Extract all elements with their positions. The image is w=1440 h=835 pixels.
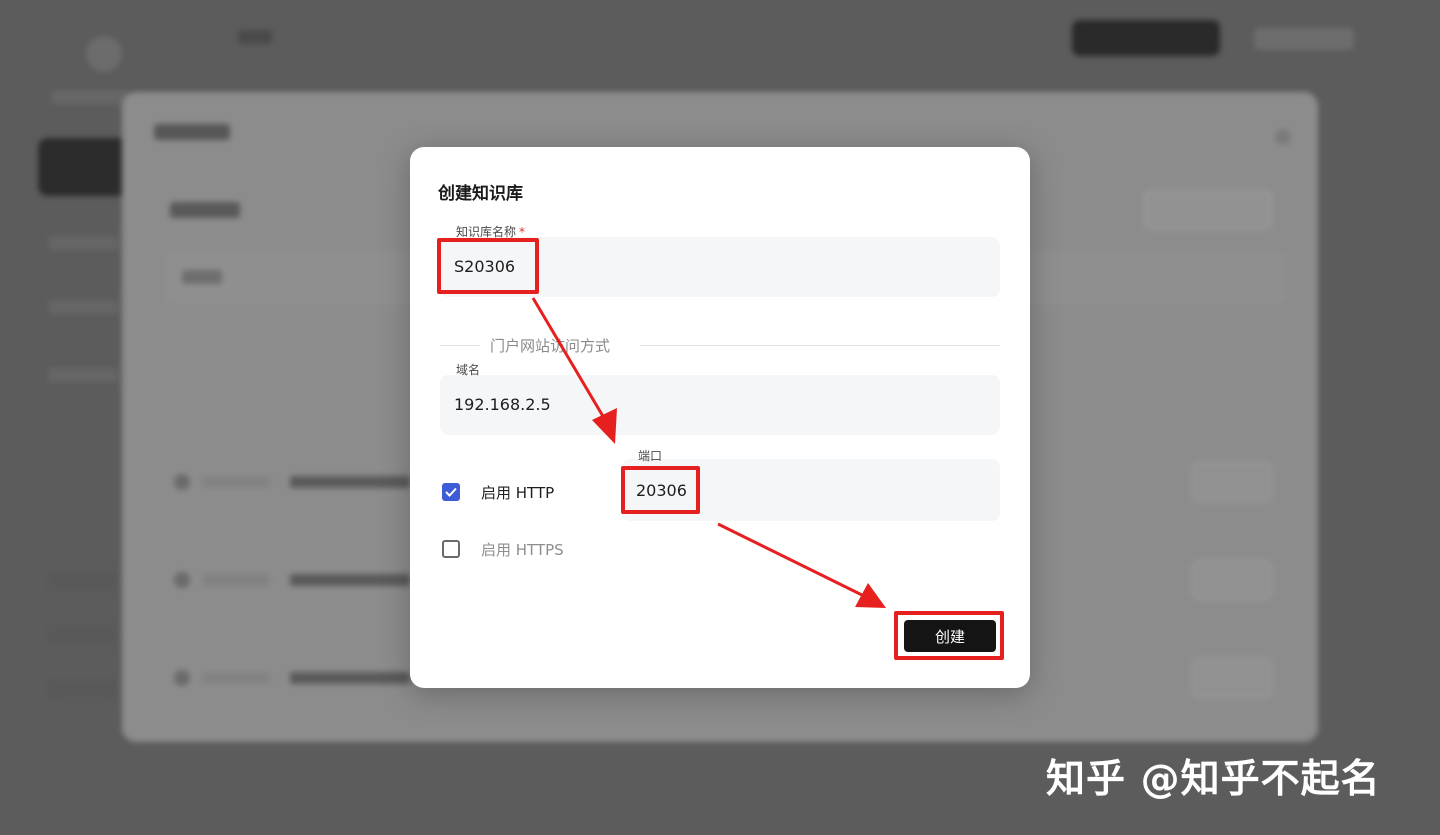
- watermark: 知乎 @知乎不起名: [1046, 757, 1381, 802]
- annotation-arrows: [531, 297, 886, 608]
- arrow-name-to-port: [531, 297, 617, 444]
- arrow-port-to-create: [717, 522, 886, 608]
